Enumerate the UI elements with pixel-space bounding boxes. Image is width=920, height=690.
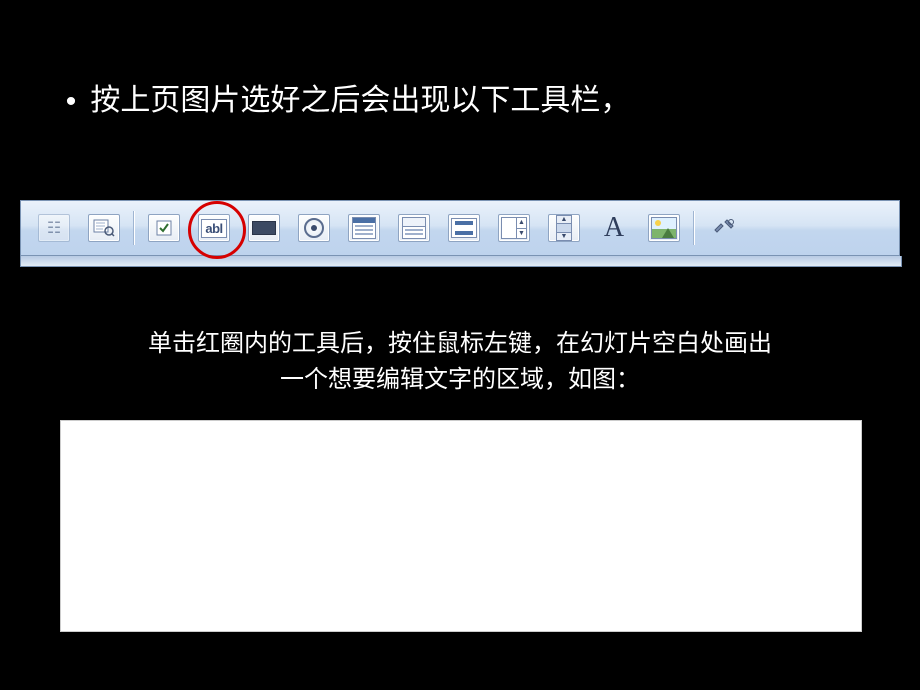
view-code-icon (88, 214, 120, 242)
listbox-button[interactable] (345, 209, 383, 247)
moretools-button[interactable] (705, 209, 743, 247)
checkbox-icon (148, 214, 180, 242)
textbox-icon: abl (198, 214, 230, 242)
properties-button[interactable]: ☷ (35, 209, 73, 247)
spinbutton-button[interactable]: ▲▼ (495, 209, 533, 247)
label-icon: A (599, 215, 629, 241)
scrollbar-icon: ▲▼ (548, 214, 580, 242)
optionbutton-icon (298, 214, 330, 242)
bullet-content: 按上页图片选好之后会出现以下工具栏， (90, 84, 630, 117)
control-toolbox-toolbar: ☷ (20, 200, 900, 266)
togglebutton-button[interactable] (445, 209, 483, 247)
commandbutton-button[interactable] (245, 209, 283, 247)
toolbar-separator (693, 211, 695, 245)
bullet-line: • 按上页图片选好之后会出现以下工具栏， (60, 75, 630, 119)
caption-line-2: 一个想要编辑文字的区域，如图： (280, 367, 640, 393)
label-button[interactable]: A (595, 209, 633, 247)
properties-icon: ☷ (38, 214, 70, 242)
spinbutton-icon: ▲▼ (498, 214, 530, 242)
image-button[interactable] (645, 209, 683, 247)
checkbox-button[interactable] (145, 209, 183, 247)
instruction-caption: 单击红圈内的工具后，按住鼠标左键，在幻灯片空白处画出 一个想要编辑文字的区域，如… (0, 326, 920, 398)
image-icon (648, 214, 680, 242)
togglebutton-icon (448, 214, 480, 242)
combobox-icon (398, 214, 430, 242)
scrollbar-button[interactable]: ▲▼ (545, 209, 583, 247)
toolbar-row: ☷ (20, 200, 900, 256)
moretools-icon (709, 215, 739, 241)
commandbutton-icon (248, 214, 280, 242)
bullet-dot: • (60, 85, 82, 119)
toolbar-bottom-edge (20, 256, 902, 267)
drawn-text-region-example (60, 420, 862, 632)
slide: • 按上页图片选好之后会出现以下工具栏， ☷ (0, 0, 920, 690)
optionbutton-button[interactable] (295, 209, 333, 247)
caption-line-1: 单击红圈内的工具后，按住鼠标左键，在幻灯片空白处画出 (148, 331, 772, 357)
view-code-button[interactable] (85, 209, 123, 247)
toolbar-separator (133, 211, 135, 245)
textbox-button[interactable]: abl (195, 209, 233, 247)
combobox-button[interactable] (395, 209, 433, 247)
listbox-icon (348, 214, 380, 242)
